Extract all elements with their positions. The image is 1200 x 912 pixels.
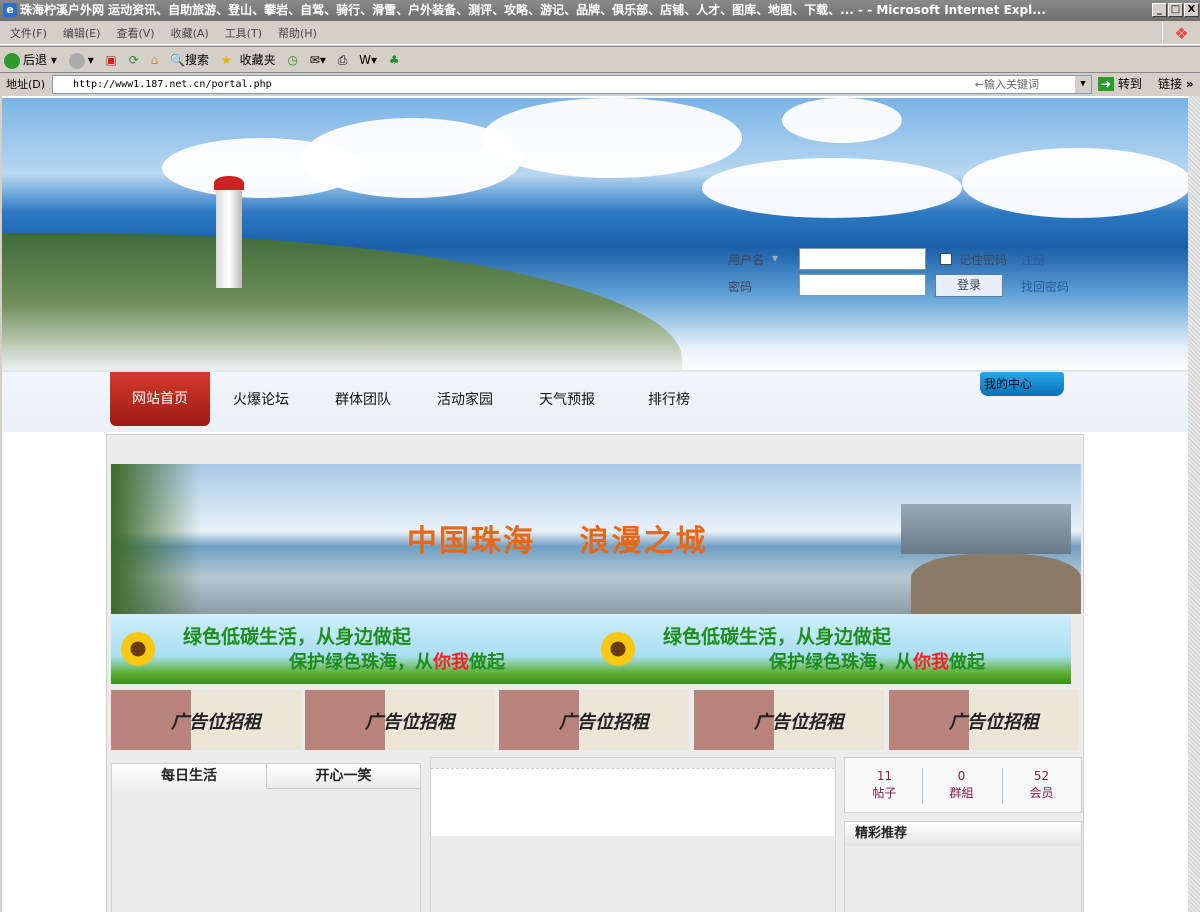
refresh-icon[interactable]: ⟳ [129, 53, 139, 67]
mail-icon[interactable]: ✉▾ [310, 53, 326, 67]
nav-weather[interactable]: 天气预报 [539, 389, 595, 409]
tab-daily-life[interactable]: 每日生活 [112, 764, 266, 789]
print-icon[interactable]: ⎙ [338, 53, 348, 67]
username-dropdown[interactable]: ▾ [772, 251, 778, 265]
window-title: 珠海柠溪户外网 运动资讯、自助旅游、登山、攀岩、自驾、骑行、滑雪、户外装备、测评… [20, 3, 1046, 17]
password-input[interactable] [799, 274, 926, 296]
island-image [2, 233, 682, 370]
forward-button[interactable]: ▾ [68, 52, 94, 69]
back-arrow-icon [4, 52, 20, 69]
nav-ranking[interactable]: 排行榜 [648, 389, 690, 409]
go-arrow-icon: ➜ [1098, 77, 1115, 91]
username-label: 用户名 [728, 253, 765, 267]
windows-logo-icon: ❖ [1162, 22, 1200, 46]
maximize-button[interactable]: □ [1168, 3, 1183, 17]
close-button[interactable]: X [1184, 3, 1199, 17]
rocks-image [911, 554, 1081, 614]
go-button[interactable]: ➜ 转到 [1098, 73, 1142, 95]
content-area: 中国珠海 浪漫之城 绿色低碳生活，从身边做起 保护绿色珠海，从你我做起 绿色低碳生… [106, 434, 1084, 912]
sunflower-icon [601, 632, 635, 666]
tab-jokes[interactable]: 开心一笑 [266, 764, 420, 789]
menu-tools[interactable]: 工具(T) [225, 27, 262, 40]
menu-file[interactable]: 文件(F) [10, 27, 47, 40]
sunflower-icon [121, 632, 155, 666]
nav-activities[interactable]: 活动家园 [437, 389, 493, 409]
edit-icon[interactable]: W▾ [359, 53, 377, 67]
stat-groups[interactable]: 0 群組 [922, 768, 1001, 802]
nav-forum[interactable]: 火爆论坛 [233, 389, 289, 409]
header-banner: 用户名 ▾ 密码 记住密码 登录 注册 找回密码 [2, 98, 1188, 370]
nav-home[interactable]: 网站首页 [110, 372, 210, 426]
middle-panel [430, 757, 836, 912]
back-button[interactable]: 后退 ▾ [4, 52, 57, 69]
ad-slot[interactable]: 广告位招租 [889, 690, 1079, 750]
recommend-panel: 精彩推荐 [844, 821, 1082, 912]
nav-groups[interactable]: 群体团队 [335, 389, 391, 409]
password-label: 密码 [728, 280, 753, 294]
ad-slot[interactable]: 广告位招租 [111, 690, 301, 750]
green-banner[interactable]: 绿色低碳生活，从身边做起 保护绿色珠海，从你我做起 [591, 614, 1071, 684]
menu-favorites[interactable]: 收藏(A) [171, 27, 209, 40]
main-nav: 网站首页 火爆论坛 群体团队 活动家园 天气预报 排行榜 我的中心 [2, 370, 1188, 432]
window-title-bar: e 珠海柠溪户外网 运动资讯、自助旅游、登山、攀岩、自驾、骑行、滑雪、户外装备、… [0, 0, 1200, 21]
username-input[interactable] [799, 248, 926, 270]
menu-help[interactable]: 帮助(H) [278, 27, 317, 40]
palm-tree-image [111, 464, 201, 614]
ad-slot[interactable]: 广告位招租 [694, 690, 884, 750]
menu-bar: 文件(F) 编辑(E) 查看(V) 收藏(A) 工具(T) 帮助(H) [0, 22, 1200, 45]
my-center-button[interactable]: 我的中心 [980, 372, 1064, 396]
life-panel: 每日生活 开心一笑 [111, 763, 421, 912]
toolbar: 后退 ▾ ▾ ▣ ⟳ ⌂ 🔍搜索 ★ 收藏夹 ◷ ✉▾ ⎙ W▾ ♣ [0, 46, 1200, 72]
lighthouse-image [214, 176, 244, 288]
remember-checkbox[interactable] [940, 253, 952, 265]
city-skyline-image [901, 504, 1071, 554]
address-bar: 地址(D) http://www1.187.net.cn/portal.php … [0, 72, 1200, 95]
address-label: 地址(D) [6, 78, 46, 91]
stop-icon[interactable]: ▣ [106, 53, 117, 67]
city-banner[interactable]: 中国珠海 浪漫之城 [111, 464, 1081, 614]
star-icon: ★ [220, 53, 232, 67]
messenger-icon[interactable]: ♣ [389, 53, 400, 67]
ie-icon: e [3, 3, 17, 17]
ad-slot[interactable]: 广告位招租 [499, 690, 689, 750]
minimize-button[interactable]: _ [1152, 3, 1167, 17]
home-icon[interactable]: ⌂ [151, 53, 159, 67]
menu-edit[interactable]: 编辑(E) [63, 27, 101, 40]
links-button[interactable]: 链接 » [1158, 73, 1194, 95]
address-input[interactable]: http://www1.187.net.cn/portal.php ←输入关键词… [52, 75, 1092, 94]
web-page: 用户名 ▾ 密码 记住密码 登录 注册 找回密码 网站首页 火爆论坛 群体团队 … [2, 96, 1188, 912]
search-button[interactable]: 🔍搜索 [170, 53, 209, 67]
keyword-hint: ←输入关键词 [974, 78, 1039, 91]
history-icon[interactable]: ◷ [287, 53, 297, 67]
forgot-password-link[interactable]: 找回密码 [1021, 278, 1069, 295]
recommend-title: 精彩推荐 [845, 822, 1081, 846]
login-button[interactable]: 登录 [935, 274, 1003, 297]
register-link[interactable]: 注册 [1021, 251, 1045, 268]
forward-arrow-icon [68, 52, 85, 69]
green-banner[interactable]: 绿色低碳生活，从身边做起 保护绿色珠海，从你我做起 [111, 614, 591, 684]
banner-title: 中国珠海 浪漫之城 [407, 524, 708, 559]
menu-view[interactable]: 查看(V) [116, 27, 154, 40]
stat-posts[interactable]: 11 帖子 [845, 768, 924, 802]
site-stats: 11 帖子 0 群組 52 会员 [844, 757, 1082, 813]
remember-label: 记住密码 [959, 253, 1008, 267]
favorites-button[interactable]: ★ 收藏夹 [221, 53, 276, 67]
vertical-scrollbar[interactable] [1188, 96, 1200, 912]
ad-slot[interactable]: 广告位招租 [305, 690, 495, 750]
address-dropdown[interactable]: ▼ [1075, 76, 1091, 93]
stat-members[interactable]: 52 会员 [1002, 768, 1081, 802]
